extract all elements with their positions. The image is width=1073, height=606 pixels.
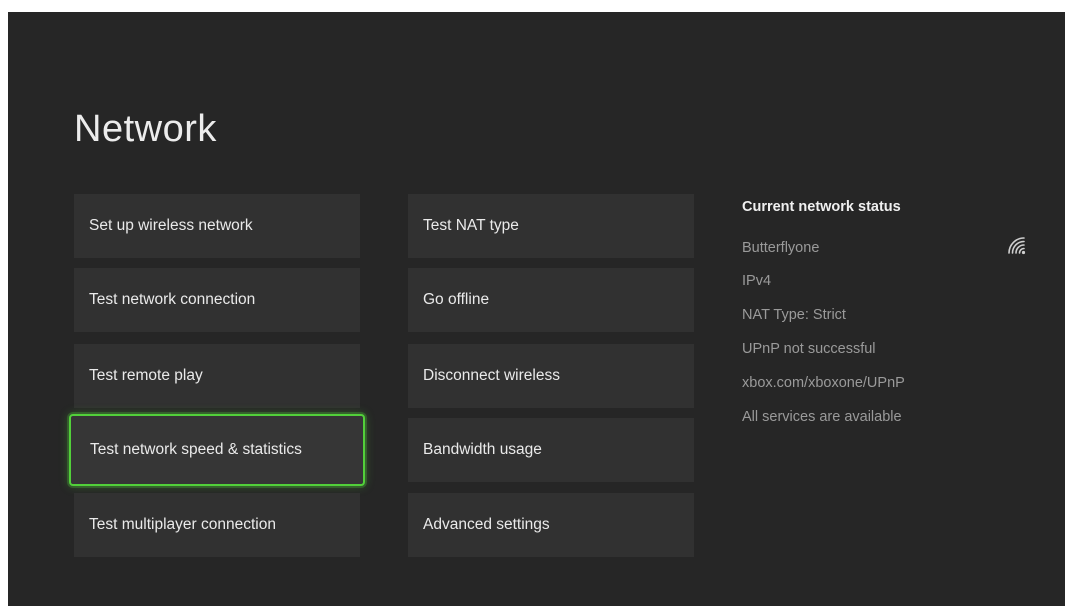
set-up-wireless-network-button[interactable]: Set up wireless network bbox=[74, 194, 360, 258]
tile-label: Test NAT type bbox=[423, 217, 519, 234]
disconnect-wireless-button[interactable]: Disconnect wireless bbox=[408, 344, 694, 408]
tile-label: Bandwidth usage bbox=[423, 441, 542, 458]
status-upnp-link[interactable]: xbox.com/xboxone/UPnP bbox=[742, 375, 905, 391]
tile-label: Set up wireless network bbox=[89, 217, 253, 234]
tile-label: Test remote play bbox=[89, 367, 203, 384]
tile-label: Go offline bbox=[423, 291, 490, 308]
status-upnp: UPnP not successful bbox=[742, 341, 876, 357]
network-settings-screen: Network Set up wireless network Test net… bbox=[8, 12, 1065, 606]
tile-label: Advanced settings bbox=[423, 516, 550, 533]
status-nat-type: NAT Type: Strict bbox=[742, 307, 846, 323]
wifi-signal-icon bbox=[1008, 237, 1026, 255]
status-services: All services are available bbox=[742, 409, 902, 425]
test-network-connection-button[interactable]: Test network connection bbox=[74, 268, 360, 332]
advanced-settings-button[interactable]: Advanced settings bbox=[408, 493, 694, 557]
tile-label: Disconnect wireless bbox=[423, 367, 560, 384]
bandwidth-usage-button[interactable]: Bandwidth usage bbox=[408, 418, 694, 482]
status-ip-version: IPv4 bbox=[742, 273, 772, 289]
test-remote-play-button[interactable]: Test remote play bbox=[74, 344, 360, 408]
test-nat-type-button[interactable]: Test NAT type bbox=[408, 194, 694, 258]
test-network-speed-statistics-button[interactable]: Test network speed & statistics bbox=[69, 414, 365, 486]
tile-label: Test network speed & statistics bbox=[90, 441, 302, 458]
go-offline-button[interactable]: Go offline bbox=[408, 268, 694, 332]
page-title: Network bbox=[74, 108, 217, 150]
tile-label: Test multiplayer connection bbox=[89, 516, 276, 533]
test-multiplayer-connection-button[interactable]: Test multiplayer connection bbox=[74, 493, 360, 557]
status-network-name: Butterflyone bbox=[742, 240, 820, 256]
tile-label: Test network connection bbox=[89, 291, 256, 308]
status-title: Current network status bbox=[742, 199, 901, 215]
